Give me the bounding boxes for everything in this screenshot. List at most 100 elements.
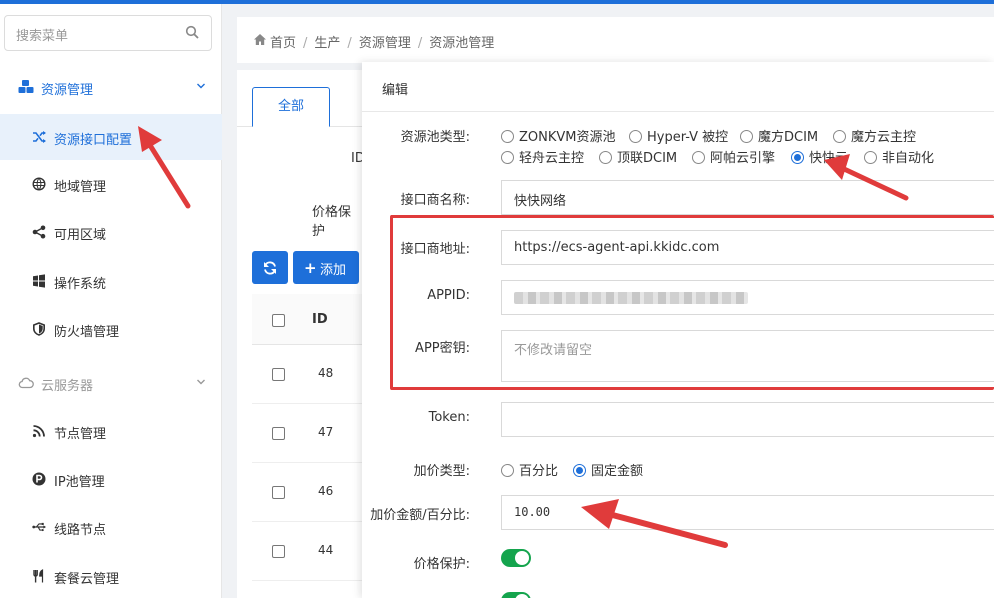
pool-type-option[interactable]: 轻舟云主控 xyxy=(501,147,584,166)
row-id: 47 xyxy=(318,425,334,439)
sidebar-item-firewall[interactable]: 防火墙管理 xyxy=(0,306,222,352)
vendor-name-input[interactable]: 快快网络 xyxy=(501,180,994,215)
plus-icon: + xyxy=(304,259,317,277)
search-icon[interactable] xyxy=(185,25,199,39)
radio-circle xyxy=(740,130,753,143)
radio-circle xyxy=(501,464,514,477)
sidebar-item-package-cloud[interactable]: 套餐云管理 xyxy=(0,553,222,598)
sidebar-item-label: IP池管理 xyxy=(54,475,105,490)
table-row[interactable]: 44 xyxy=(252,522,363,581)
row-checkbox[interactable] xyxy=(272,427,285,440)
menu-group-resource[interactable]: 资源管理 xyxy=(0,72,222,102)
breadcrumb-production[interactable]: 生产 xyxy=(314,36,340,51)
pool-type-option[interactable]: 魔方DCIM xyxy=(740,126,818,145)
drawer-header: 编辑 xyxy=(362,62,994,112)
sidebar-item-ip-pool[interactable]: IP池管理 xyxy=(0,456,222,502)
column-header-id: ID xyxy=(312,312,328,327)
home-icon xyxy=(254,34,266,45)
radio-circle xyxy=(629,130,642,143)
markup-type-label: 加价类型: xyxy=(413,464,470,479)
secondary-toggle[interactable] xyxy=(501,592,531,598)
annotation-arrow-icon xyxy=(581,499,728,548)
pool-type-option[interactable]: 魔方云主控 xyxy=(833,126,916,145)
table-row[interactable]: 48 xyxy=(252,345,363,404)
parking-icon xyxy=(32,472,46,486)
pool-type-label: 资源池类型: xyxy=(400,130,470,145)
pool-type-option[interactable]: 阿帕云引擎 xyxy=(692,147,775,166)
refresh-button[interactable] xyxy=(252,251,288,284)
breadcrumb-resource[interactable]: 资源管理 xyxy=(359,36,411,51)
vendor-name-label: 接口商名称: xyxy=(400,193,470,208)
select-all-checkbox[interactable] xyxy=(272,314,285,327)
shuffle-icon xyxy=(33,131,46,143)
radio-circle xyxy=(501,151,514,164)
refresh-icon xyxy=(264,261,276,275)
windows-icon xyxy=(33,274,45,288)
cloud-icon xyxy=(18,377,34,389)
table-row[interactable]: 46 xyxy=(252,463,363,522)
menu-group-cloud-server[interactable]: 云服务器 xyxy=(0,368,222,398)
sidebar-item-label: 可用区域 xyxy=(54,228,107,243)
sidebar-item-nodes[interactable]: 节点管理 xyxy=(0,408,222,454)
share-nodes-icon xyxy=(32,225,46,239)
pool-type-option[interactable]: 顶联DCIM xyxy=(599,147,677,166)
cubes-icon xyxy=(18,80,34,93)
row-checkbox[interactable] xyxy=(272,545,285,558)
drawer-title: 编辑 xyxy=(382,83,409,98)
breadcrumb: 首页 / 生产 / 资源管理 / 资源池管理 xyxy=(237,17,994,63)
price-protect-label: 价格保护: xyxy=(413,557,470,572)
sidebar-item-label: 地域管理 xyxy=(54,180,107,195)
pool-type-option[interactable]: Hyper-V 被控 xyxy=(629,126,728,145)
sidebar-item-label: 防火墙管理 xyxy=(54,325,120,340)
annotation-arrow-icon xyxy=(138,126,191,209)
sidebar-item-label: 资源接口配置 xyxy=(54,133,133,148)
radio-circle-checked xyxy=(791,151,804,164)
row-checkbox[interactable] xyxy=(272,486,285,499)
row-id: 48 xyxy=(318,366,334,380)
annotation-highlight-box xyxy=(390,215,994,390)
markup-type-option-selected[interactable]: 固定金额 xyxy=(573,460,643,479)
menu-search-placeholder: 搜索菜单 xyxy=(16,29,69,44)
annotation-arrow-icon xyxy=(824,154,909,201)
breadcrumb-current: 资源池管理 xyxy=(429,36,495,51)
globe-icon xyxy=(32,177,46,191)
token-label: Token: xyxy=(428,410,470,425)
sidebar-item-label: 节点管理 xyxy=(54,427,107,442)
sidebar-item-label: 线路节点 xyxy=(54,523,107,538)
tab-all[interactable]: 全部 xyxy=(252,87,330,127)
radio-circle xyxy=(599,151,612,164)
markup-type-option[interactable]: 百分比 xyxy=(501,460,558,479)
chevron-down-icon xyxy=(197,379,205,385)
table-row[interactable]: 47 xyxy=(252,404,363,463)
sidebar-item-label: 操作系统 xyxy=(54,277,107,292)
radio-circle xyxy=(692,151,705,164)
table-header: ID xyxy=(252,294,363,345)
radio-circle-checked xyxy=(573,464,586,477)
list-panel: 全部 ID 价格保护 + 添加 ID 48 47 46 44 xyxy=(237,70,365,598)
sidebar-item-zone[interactable]: 可用区域 xyxy=(0,209,222,255)
row-checkbox[interactable] xyxy=(272,368,285,381)
sidebar: 搜索菜单 资源管理 资源接口配置 地域管理 可用区域 操作系统 防火墙管理 云服… xyxy=(0,4,222,598)
utensils-icon xyxy=(33,569,44,583)
usb-icon xyxy=(32,522,46,532)
chevron-down-icon xyxy=(197,83,205,89)
pool-type-option[interactable]: ZONKVM资源池 xyxy=(501,126,616,145)
menu-search-input[interactable]: 搜索菜单 xyxy=(4,15,212,51)
filter-price-label: 价格保护 xyxy=(312,205,352,239)
row-id: 46 xyxy=(318,484,334,498)
add-button[interactable]: + 添加 xyxy=(293,251,359,284)
sidebar-item-route-nodes[interactable]: 线路节点 xyxy=(0,504,222,550)
sidebar-item-label: 套餐云管理 xyxy=(54,572,120,587)
menu-group-label: 资源管理 xyxy=(41,83,94,98)
markup-amount-label: 加价金额/百分比: xyxy=(370,508,470,523)
breadcrumb-home[interactable]: 首页 xyxy=(270,36,296,51)
token-input[interactable] xyxy=(501,402,994,437)
price-protect-toggle[interactable] xyxy=(501,549,531,567)
radio-circle xyxy=(833,130,846,143)
shield-icon xyxy=(33,322,45,336)
radio-circle xyxy=(501,130,514,143)
menu-group-label: 云服务器 xyxy=(41,379,94,394)
rss-icon xyxy=(32,425,45,438)
sidebar-item-os[interactable]: 操作系统 xyxy=(0,258,222,304)
row-id: 44 xyxy=(318,543,334,557)
